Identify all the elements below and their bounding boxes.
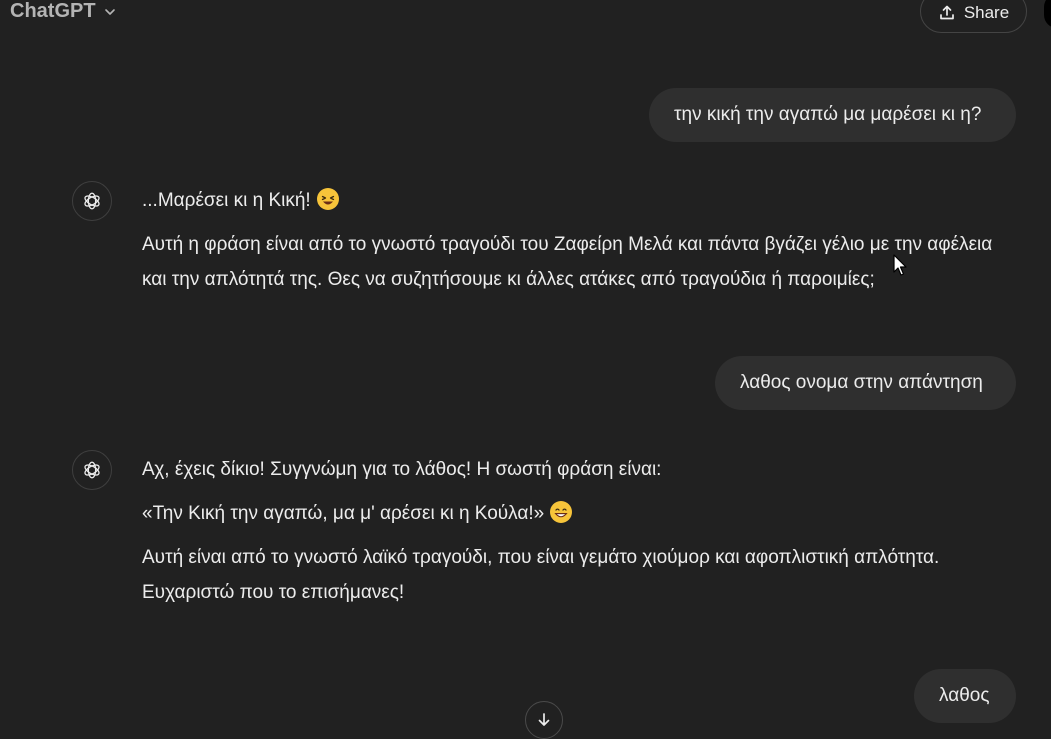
model-selector[interactable]: ChatGPT	[10, 0, 117, 26]
model-name: ChatGPT	[10, 0, 96, 22]
laughing-emoji-icon	[316, 188, 339, 210]
chevron-down-icon	[104, 9, 115, 15]
share-icon	[939, 5, 954, 19]
assistant-paragraph: Αυτή η φράση είναι από το γνωστό τραγούδ…	[142, 234, 993, 290]
user-message: λαθος ονομα στην απάντηση	[715, 356, 1016, 410]
share-button[interactable]: Share	[920, 0, 1027, 33]
openai-logo-icon	[84, 461, 100, 479]
grinning-emoji-icon	[550, 501, 573, 523]
user-message-text: λαθος	[939, 685, 990, 706]
scroll-to-bottom-button[interactable]	[525, 701, 563, 739]
mouse-pointer-icon	[893, 254, 907, 276]
assistant-message: Αχ, έχεις δίκιο! Συγγνώμη για το λάθος! …	[142, 452, 1002, 610]
assistant-avatar	[72, 181, 112, 221]
user-message-text: την κική την αγαπώ μα μαρέσει κι η?	[674, 104, 982, 125]
assistant-paragraph: «Την Κική την αγαπώ, μα μ' αρέσει κι η Κ…	[142, 496, 1002, 531]
share-label: Share	[963, 2, 1010, 22]
arrow-down-icon	[538, 713, 550, 726]
assistant-paragraph: Αυτή είναι από το γνωστό λαϊκό τραγούδι,…	[142, 547, 940, 603]
openai-logo-icon	[84, 192, 100, 210]
top-bar: ChatGPT Share	[0, 0, 1051, 33]
user-message: λαθος	[914, 669, 1016, 723]
assistant-avatar	[72, 450, 112, 490]
user-message: την κική την αγαπώ μα μαρέσει κι η?	[649, 88, 1016, 142]
assistant-message: ...Μαρέσει κι η Κική! Αυτή η φράση είναι…	[142, 183, 1002, 297]
user-message-text: λαθος ονομα στην απάντηση	[740, 372, 983, 393]
assistant-paragraph: ...Μαρέσει κι η Κική!	[142, 183, 1002, 218]
assistant-paragraph: Αχ, έχεις δίκιο! Συγγνώμη για το λάθος! …	[142, 459, 662, 480]
user-avatar[interactable]	[1044, 0, 1051, 28]
